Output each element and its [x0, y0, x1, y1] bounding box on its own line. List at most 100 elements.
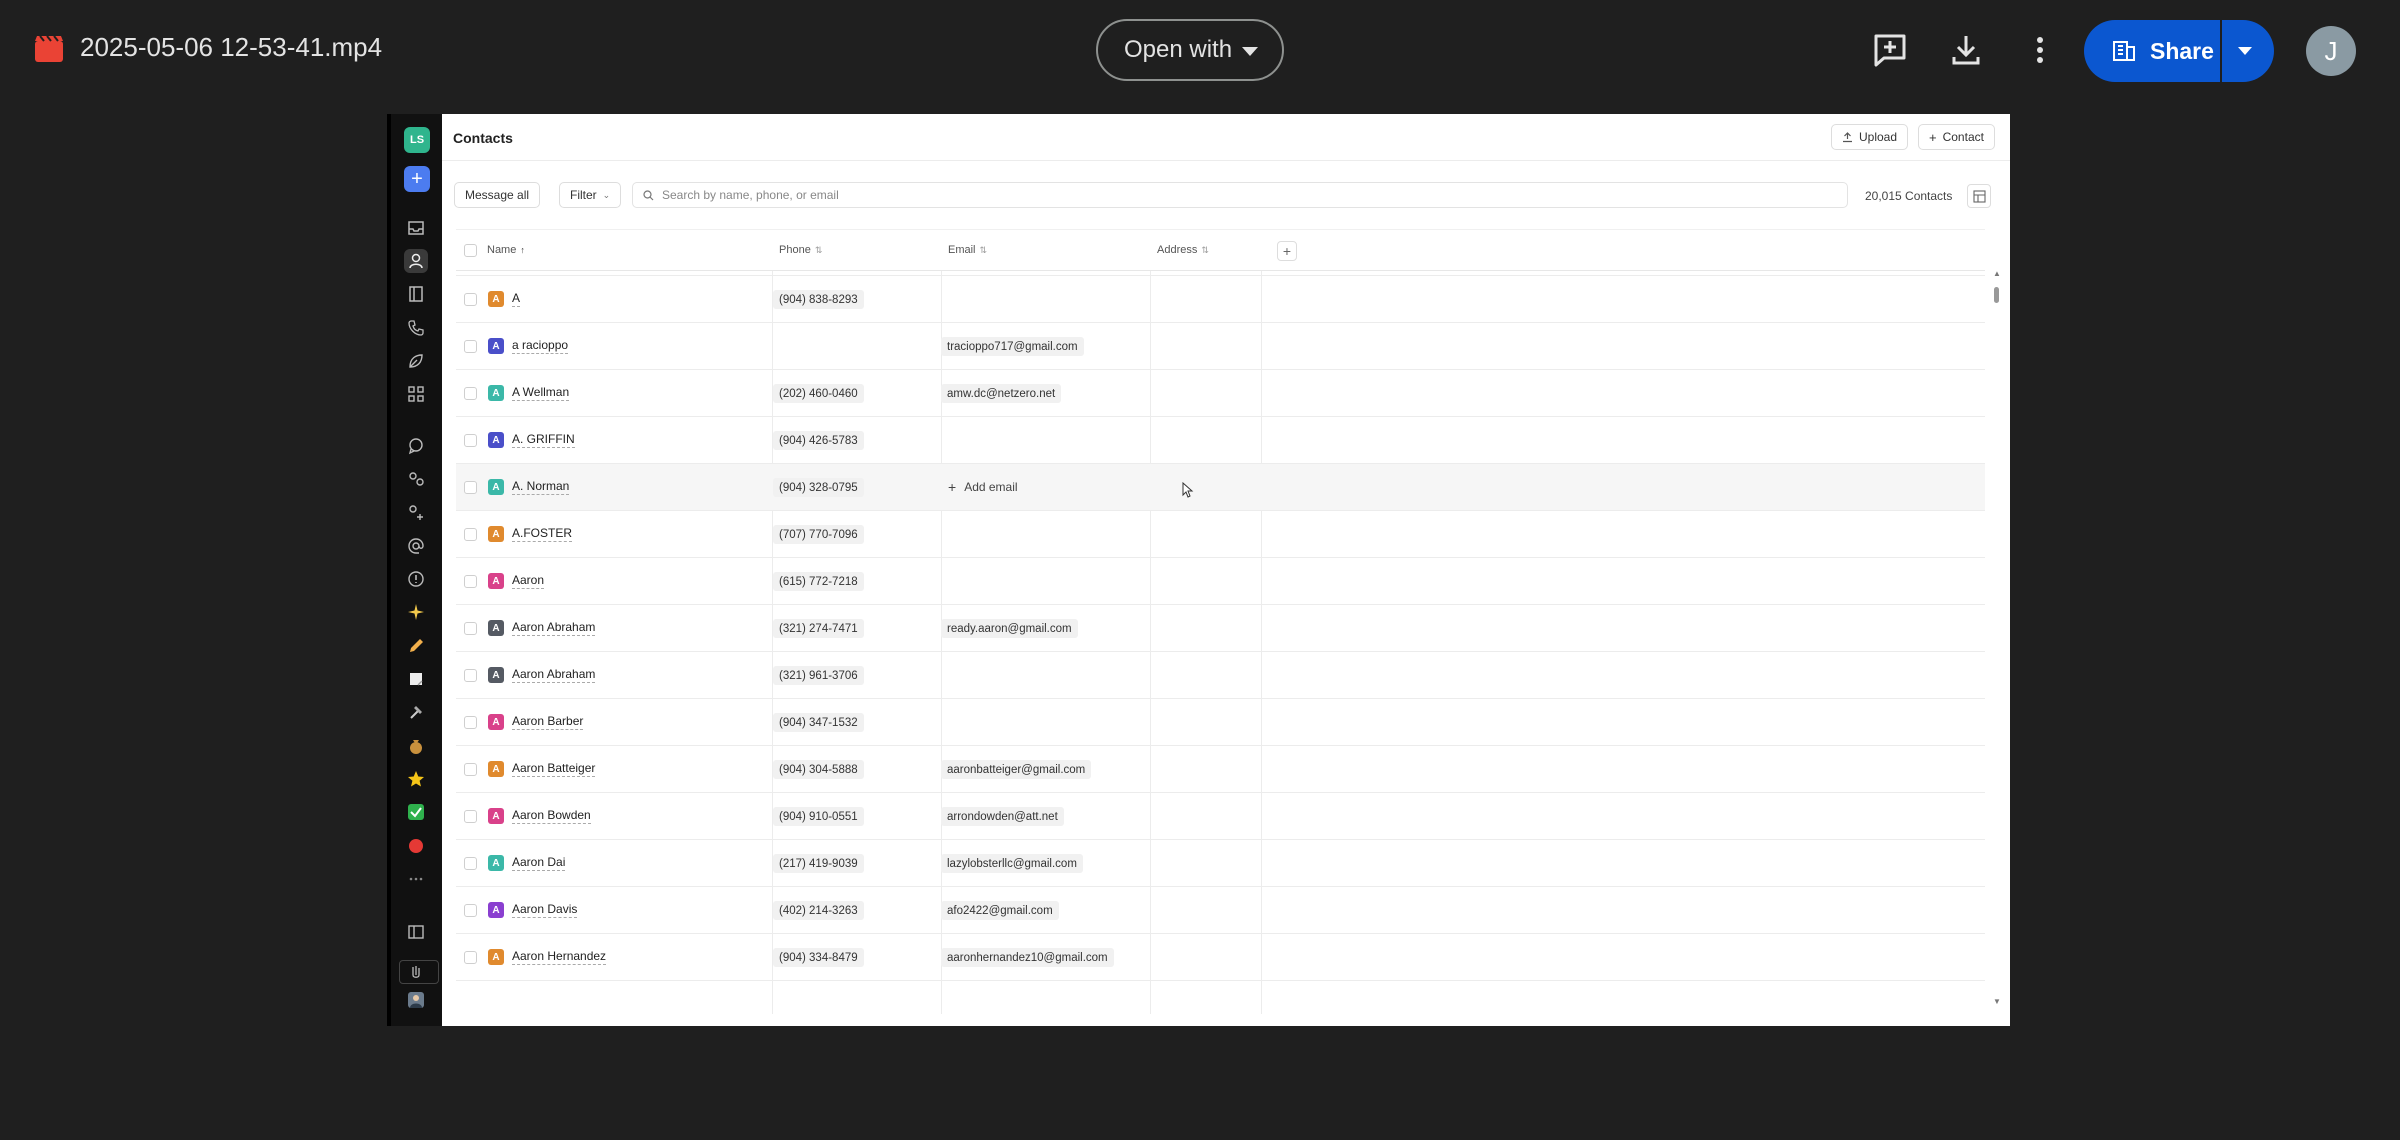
contact-phone[interactable]: (904) 304-5888	[773, 760, 864, 779]
contact-phone[interactable]: (615) 772-7218	[773, 572, 864, 591]
star-icon[interactable]	[404, 767, 428, 791]
contact-phone[interactable]: (904) 328-0795	[773, 478, 864, 497]
team-icon[interactable]	[404, 500, 428, 524]
contact-name[interactable]: Aaron Barber	[512, 714, 584, 730]
contact-name[interactable]: Aaron Abraham	[512, 667, 596, 683]
contact-phone[interactable]: (904) 910-0551	[773, 807, 864, 826]
row-checkbox[interactable]	[464, 481, 477, 494]
select-all-checkbox[interactable]	[464, 244, 477, 257]
note-icon[interactable]	[404, 667, 428, 691]
contact-phone[interactable]: (904) 334-8479	[773, 948, 864, 967]
row-checkbox[interactable]	[464, 387, 477, 400]
contact-name[interactable]: A Wellman	[512, 385, 570, 401]
row-checkbox[interactable]	[464, 293, 477, 306]
contact-name[interactable]: A.FOSTER	[512, 526, 573, 542]
leaf-icon[interactable]	[404, 349, 428, 373]
share-dropdown-chevron-icon[interactable]	[2238, 47, 2252, 55]
table-row[interactable]: A Aaron Davis (402) 214-3263 afo2422@gmail.…	[456, 887, 1985, 934]
message-all-button[interactable]: Message all	[454, 182, 541, 208]
apps-grid-icon[interactable]	[404, 382, 428, 406]
column-header-name[interactable]: Name ↑	[487, 244, 525, 256]
money-bag-icon[interactable]	[404, 734, 428, 758]
table-row[interactable]: A Aaron Dai (217) 419-9039 lazylobsterllc@g…	[456, 840, 1985, 887]
row-checkbox[interactable]	[464, 340, 477, 353]
contact-phone[interactable]: (904) 347-1532	[773, 713, 864, 732]
filter-button[interactable]: Filter ⌄	[559, 182, 622, 208]
contact-name[interactable]: a racioppo	[512, 338, 569, 354]
scrollbar-thumb[interactable]	[1994, 287, 1999, 303]
row-checkbox[interactable]	[464, 951, 477, 964]
contact-phone[interactable]: (402) 214-3263	[773, 901, 864, 920]
check-box-icon[interactable]	[404, 800, 428, 824]
new-item-plus-icon[interactable]: +	[404, 166, 430, 192]
row-checkbox[interactable]	[464, 810, 477, 823]
contact-email[interactable]: arrondowden@att.net	[941, 807, 1064, 826]
table-scrollbar[interactable]: ▲ ▼	[1991, 269, 2001, 1009]
table-row[interactable]: A Aaron Abraham (321) 274-7471 ready.aaron@…	[456, 605, 1985, 652]
sparkles-icon[interactable]	[404, 600, 428, 624]
contact-email[interactable]: aaronhernandez10@gmail.com	[941, 948, 1114, 967]
add-email-button[interactable]: + Add email	[948, 479, 1018, 495]
contact-phone[interactable]: (321) 274-7471	[773, 619, 864, 638]
row-checkbox[interactable]	[464, 622, 477, 635]
table-row[interactable]: A Aaron Batteiger (904) 304-5888 aaronbatte…	[456, 746, 1985, 793]
contact-email[interactable]: ready.aaron@gmail.com	[941, 619, 1078, 638]
table-row[interactable]: A Aaron Bowden (904) 910-0551 arrondowden@a…	[456, 793, 1985, 840]
contact-name[interactable]: Aaron Bowden	[512, 808, 591, 824]
table-row[interactable]: A Aaron Abraham (321) 961-3706	[456, 652, 1985, 699]
column-header-phone[interactable]: Phone ⇅	[779, 244, 822, 256]
contact-name[interactable]: Aaron Batteiger	[512, 761, 596, 777]
table-row[interactable]: A A. GRIFFIN (904) 426-5783	[456, 417, 1985, 464]
inbox-icon[interactable]	[404, 216, 428, 240]
table-row[interactable]: A A (904) 838-8293	[456, 276, 1985, 323]
sidebar-toggle-icon[interactable]	[404, 920, 428, 944]
table-row[interactable]: Aa racioppo tracioppo717@gmail.com	[456, 323, 1985, 370]
add-column-button[interactable]: +	[1277, 241, 1297, 261]
contact-email[interactable]: tracioppo717@gmail.com	[941, 337, 1084, 356]
row-checkbox[interactable]	[464, 528, 477, 541]
contacts-person-icon[interactable]	[404, 249, 428, 273]
column-header-email[interactable]: Email ⇅	[948, 244, 987, 256]
share-button[interactable]: Share	[2084, 20, 2274, 82]
contact-phone[interactable]: (202) 460-0460	[773, 384, 864, 403]
contact-phone[interactable]: (321) 961-3706	[773, 666, 864, 685]
contact-name[interactable]: A	[512, 291, 521, 307]
contact-phone[interactable]: (707) 770-7096	[773, 525, 864, 544]
chat-bubble-icon[interactable]	[404, 434, 428, 458]
contact-name[interactable]: Aaron	[512, 573, 545, 589]
book-icon[interactable]	[404, 282, 428, 306]
contact-email[interactable]: afo2422@gmail.com	[941, 901, 1059, 920]
table-row[interactable]: A Aaron (615) 772-7218	[456, 558, 1985, 605]
contact-name[interactable]: A. GRIFFIN	[512, 432, 575, 448]
column-layout-button[interactable]	[1967, 184, 1991, 208]
more-horizontal-icon[interactable]	[404, 867, 428, 891]
row-checkbox[interactable]	[464, 763, 477, 776]
table-row[interactable]: A A Wellman (202) 460-0460 amw.dc@netzero.n…	[456, 370, 1985, 417]
more-options-icon[interactable]	[2020, 30, 2060, 70]
scroll-down-icon[interactable]: ▼	[1993, 997, 2001, 1006]
workspace-badge[interactable]: LS	[404, 127, 430, 153]
contact-email[interactable]: aaronbatteiger@gmail.com	[941, 760, 1092, 779]
contact-name[interactable]: Aaron Davis	[512, 902, 578, 918]
at-sign-icon[interactable]	[404, 534, 428, 558]
row-checkbox[interactable]	[464, 904, 477, 917]
row-checkbox[interactable]	[464, 669, 477, 682]
table-row[interactable]: A Aaron Hernandez (904) 334-8479 aaronherna…	[456, 934, 1985, 981]
contact-phone[interactable]: (904) 426-5783	[773, 431, 864, 450]
row-checkbox[interactable]	[464, 857, 477, 870]
contact-name[interactable]: Aaron Hernandez	[512, 949, 607, 965]
search-box[interactable]	[632, 182, 1848, 208]
users-settings-icon[interactable]	[404, 467, 428, 491]
table-row[interactable]: A A. Norman (904) 328-0795 + Add email	[456, 464, 1985, 511]
hammer-icon[interactable]	[404, 700, 428, 724]
phone-icon[interactable]	[404, 316, 428, 340]
column-header-address[interactable]: Address ⇅	[1157, 244, 1209, 256]
open-with-button[interactable]: Open with	[1096, 19, 1284, 81]
scroll-up-icon[interactable]: ▲	[1993, 269, 2001, 278]
red-circle-icon[interactable]	[404, 834, 428, 858]
alert-circle-icon[interactable]	[404, 567, 428, 591]
search-input[interactable]	[662, 188, 1842, 202]
add-contact-button[interactable]: + Contact	[1918, 124, 1995, 150]
account-avatar[interactable]: J	[2306, 26, 2356, 76]
row-checkbox[interactable]	[464, 716, 477, 729]
